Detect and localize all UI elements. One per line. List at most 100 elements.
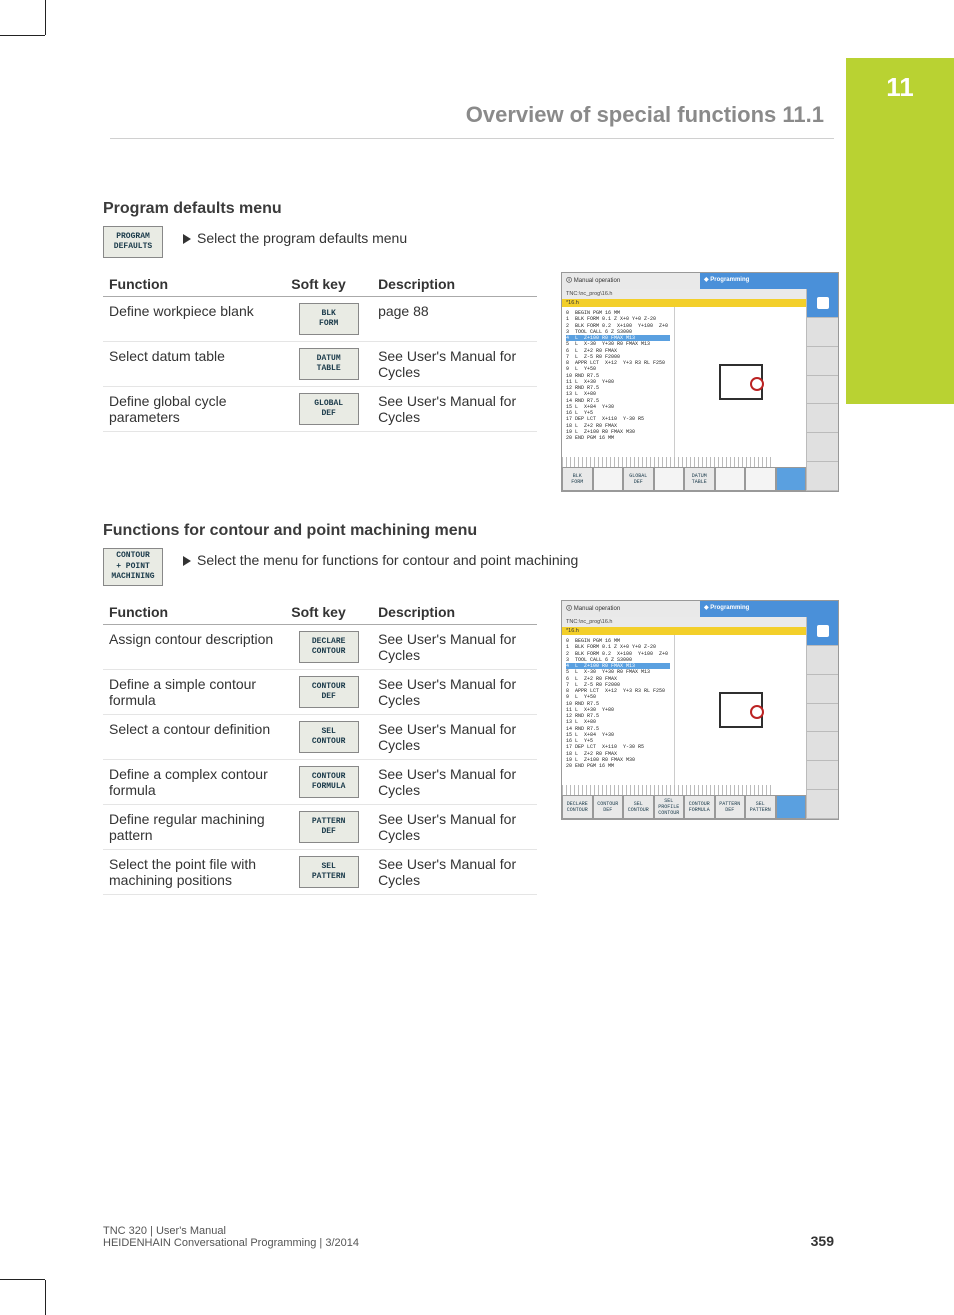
table-row: Select a contour definitionSEL CONTOURSe…	[103, 715, 537, 760]
cell-function: Define workpiece blank	[103, 297, 285, 342]
workpiece-shape-icon	[719, 364, 763, 400]
softkey-row-indicator	[562, 785, 774, 795]
table-row: Define global cycle parameters GLOBAL DEF…	[103, 387, 537, 432]
cell-softkey: PATTERN DEF	[285, 805, 372, 850]
sidebar-button	[807, 790, 838, 819]
table-row: Select datum table DATUM TABLE See User's …	[103, 342, 537, 387]
table-row: Select the point file with machining pos…	[103, 850, 537, 895]
contour-menu-bullet-text: Select the menu for functions for contou…	[183, 548, 839, 568]
softkey	[654, 467, 685, 491]
file-tab: *16.h	[562, 627, 806, 635]
softkey-button: PATTERN DEF	[299, 811, 359, 843]
cell-softkey: DATUM TABLE	[285, 342, 372, 387]
softkey: PATTERN DEF	[715, 795, 746, 819]
table-row: Assign contour description DECLARE CONTOU…	[103, 625, 537, 670]
program-defaults-softkey: PROGRAM DEFAULTS	[103, 226, 163, 258]
softkey	[593, 467, 624, 491]
cell-description: See User's Manual for Cycles	[372, 760, 537, 805]
cell-function: Assign contour description	[103, 625, 285, 670]
mode-programming: ◆ Programming	[700, 601, 838, 617]
col-softkey: Soft key	[285, 600, 372, 625]
softkey: CONTOUR DEF	[593, 795, 624, 819]
sidebar-button	[807, 462, 838, 491]
softkey	[776, 795, 807, 819]
col-softkey: Soft key	[285, 272, 372, 297]
softkey-button: SEL CONTOUR	[299, 721, 359, 753]
file-path: TNC:\nc_prog\16.h	[562, 617, 806, 627]
cell-function: Define global cycle parameters	[103, 387, 285, 432]
page-number: 359	[811, 1233, 834, 1249]
cell-function: Select datum table	[103, 342, 285, 387]
chapter-side-tab: 11	[846, 58, 954, 404]
cell-softkey: CONTOUR DEF	[285, 670, 372, 715]
chapter-number: 11	[846, 58, 954, 103]
program-defaults-heading: Program defaults menu	[103, 200, 839, 218]
file-tab: *16.h	[562, 299, 806, 307]
contour-menu-heading: Functions for contour and point machinin…	[103, 522, 839, 540]
program-defaults-bullet-row: PROGRAM DEFAULTS Select the program defa…	[103, 226, 839, 258]
cell-function: Define regular machining pattern	[103, 805, 285, 850]
softkey	[776, 467, 807, 491]
softkey	[745, 467, 776, 491]
mode-manual: 🛈 Manual operation	[562, 273, 700, 289]
contour-menu-bullet-row: CONTOUR + POINT MACHINING Select the men…	[103, 548, 839, 586]
sidebar-button	[807, 289, 838, 318]
table-row: Define a complex contour formula CONTOUR …	[103, 760, 537, 805]
crop-mark	[45, 0, 46, 35]
cell-description: See User's Manual for Cycles	[372, 625, 537, 670]
page-footer: TNC 320 | User's Manual HEIDENHAIN Conve…	[103, 1225, 834, 1249]
sidebar-button	[807, 617, 838, 646]
cell-softkey: BLK FORM	[285, 297, 372, 342]
workpiece-shape-icon	[719, 692, 763, 728]
cell-softkey: GLOBAL DEF	[285, 387, 372, 432]
cell-description: See User's Manual for Cycles	[372, 715, 537, 760]
cell-function: Define a simple contour formula	[103, 670, 285, 715]
sidebar-buttons	[806, 617, 838, 819]
footer-line2: HEIDENHAIN Conversational Programming | …	[103, 1237, 359, 1249]
softkey-button: CONTOUR DEF	[299, 676, 359, 708]
cnc-screenshot: 🛈 Manual operation◆ ProgrammingTNC:\nc_p…	[561, 600, 839, 820]
softkey: SEL PROFILE CONTOUR	[654, 795, 685, 819]
cell-softkey: CONTOUR FORMULA	[285, 760, 372, 805]
sidebar-button	[807, 347, 838, 376]
softkey: SEL CONTOUR	[623, 795, 654, 819]
cell-description: See User's Manual for Cycles	[372, 805, 537, 850]
cell-softkey: DECLARE CONTOUR	[285, 625, 372, 670]
softkey	[715, 467, 746, 491]
softkey-button: GLOBAL DEF	[299, 393, 359, 425]
cell-function: Select the point file with machining pos…	[103, 850, 285, 895]
mode-manual: 🛈 Manual operation	[562, 601, 700, 617]
sidebar-button	[807, 761, 838, 790]
cell-softkey: SEL CONTOUR	[285, 715, 372, 760]
contour-menu-softkey: CONTOUR + POINT MACHINING	[103, 548, 163, 586]
sidebar-buttons	[806, 289, 838, 491]
graphic-preview	[674, 307, 806, 457]
table-row: Define regular machining pattern PATTERN …	[103, 805, 537, 850]
cell-description: See User's Manual for Cycles	[372, 670, 537, 715]
table-row: Define workpiece blankBLK FORMpage 88	[103, 297, 537, 342]
crop-mark	[0, 1279, 45, 1280]
cell-description: See User's Manual for Cycles	[372, 850, 537, 895]
softkey-button: CONTOUR FORMULA	[299, 766, 359, 798]
file-path: TNC:\nc_prog\16.h	[562, 289, 806, 299]
cell-function: Define a complex contour formula	[103, 760, 285, 805]
softkey: BLK FORM	[562, 467, 593, 491]
softkey-bar: BLK FORMGLOBAL DEFDATUM TABLE	[562, 467, 806, 491]
softkey: CONTOUR FORMULA	[684, 795, 715, 819]
graphic-preview	[674, 635, 806, 785]
softkey-button: SEL PATTERN	[299, 856, 359, 888]
triangle-bullet-icon	[183, 556, 191, 566]
softkey-button: DECLARE CONTOUR	[299, 631, 359, 663]
col-description: Description	[372, 600, 537, 625]
mode-programming: ◆ Programming	[700, 273, 838, 289]
sidebar-button	[807, 433, 838, 462]
nc-code-listing: 0 BEGIN PGM 16 MM 1 BLK FORM 0.1 Z X+0 Y…	[562, 635, 674, 785]
softkey-button: DATUM TABLE	[299, 348, 359, 380]
program-defaults-table: Function Soft key Description Define wor…	[103, 272, 537, 432]
cell-description: page 88	[372, 297, 537, 342]
cell-description: See User's Manual for Cycles	[372, 342, 537, 387]
crop-mark	[0, 35, 45, 36]
sidebar-button	[807, 376, 838, 405]
contour-menu-table: Function Soft key Description Assign con…	[103, 600, 537, 895]
sidebar-button	[807, 675, 838, 704]
